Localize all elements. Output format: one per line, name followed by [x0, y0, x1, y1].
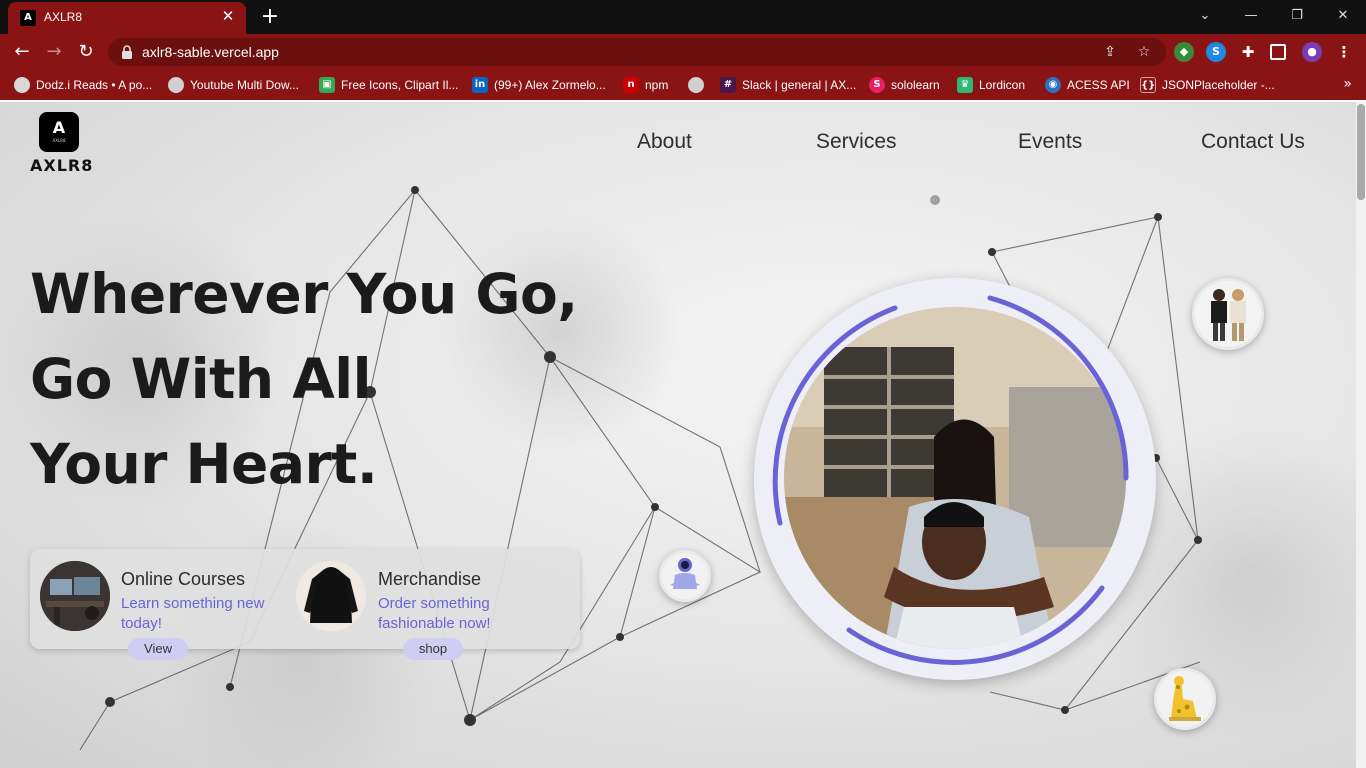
lordicon-icon: ♛	[957, 77, 973, 93]
api-icon: ◉	[1045, 77, 1061, 93]
bookmark-label: Lordicon	[979, 78, 1026, 92]
minimize-button[interactable]: —	[1238, 4, 1264, 28]
globe-icon	[688, 77, 704, 93]
view-button[interactable]: View	[128, 638, 188, 660]
bookmark-label: sololearn	[891, 78, 940, 92]
people-avatar	[1192, 278, 1264, 350]
computer-setup-icon	[40, 561, 110, 631]
bookmark-item[interactable]: Dodz.i Reads • A po...	[14, 76, 152, 94]
bookmark-item[interactable]: ♛ Lordicon	[957, 76, 1025, 94]
close-window-button[interactable]: ✕	[1330, 4, 1356, 28]
brand-name[interactable]: AXLR8	[30, 156, 93, 175]
globe-icon	[168, 77, 184, 93]
share-icon[interactable]: ⇪	[1100, 42, 1120, 62]
bookmark-label: (99+) Alex Zormelo...	[494, 78, 606, 92]
logo-glyph: A	[52, 118, 66, 137]
side-panel-icon[interactable]	[1270, 44, 1286, 60]
site-logo[interactable]: A AXLR8	[39, 112, 79, 152]
extension-green-icon[interactable]: ◆	[1174, 42, 1194, 62]
dodzi-icon	[14, 77, 30, 93]
linkedin-icon: in	[472, 77, 488, 93]
bookmark-label: ACESS API	[1067, 78, 1130, 92]
bookmark-label: Youtube Multi Dow...	[190, 78, 299, 92]
nav-services[interactable]: Services	[816, 130, 897, 154]
bookmark-label: npm	[645, 78, 669, 92]
favicon-icon: A	[20, 10, 36, 26]
hoodie-icon	[296, 561, 366, 631]
menu-kebab-icon[interactable]: ⋮	[1334, 42, 1354, 62]
shazam-icon[interactable]: S	[1206, 42, 1226, 62]
logo-subtext: AXLR8	[52, 138, 66, 143]
sololearn-icon: S	[869, 77, 885, 93]
page-viewport: A AXLR8 AXLR8 About Services Events Cont…	[0, 102, 1366, 768]
card-title-online-courses: Online Courses	[121, 569, 246, 589]
nav-events[interactable]: Events	[1018, 130, 1082, 154]
slack-icon: #	[720, 77, 736, 93]
shop-button[interactable]: shop	[403, 638, 463, 660]
lock-icon	[122, 45, 132, 59]
profile-avatar[interactable]: ●	[1302, 42, 1322, 62]
reload-button[interactable]: ↻	[74, 40, 98, 64]
hero-headline-line-3: Your Heart.	[30, 432, 378, 496]
tab-strip: A AXLR8 ✕ + ⌄ — ❐ ✕	[0, 0, 1366, 34]
hero-ring-arc	[772, 295, 1129, 665]
nav-contact-us[interactable]: Contact Us	[1201, 130, 1305, 154]
bookmark-item[interactable]: S sololearn	[869, 76, 940, 94]
bookmark-label: JSONPlaceholder -...	[1162, 78, 1275, 92]
scrollbar-thumb[interactable]	[1357, 104, 1365, 200]
bookmark-star-icon[interactable]: ☆	[1134, 42, 1154, 62]
giraffe-avatar	[1154, 668, 1216, 730]
bookmark-item[interactable]: {} JSONPlaceholder -...	[1140, 76, 1275, 94]
browser-toolbar: ← → ↻ axlr8-sable.vercel.app ⇪ ☆ ◆ S ✚ ●…	[0, 34, 1366, 70]
freeicons-icon: ▣	[319, 77, 335, 93]
hero-headline-line-2: Go With All	[30, 347, 371, 411]
bookmark-label: Free Icons, Clipart Il...	[341, 78, 459, 92]
url-text: axlr8-sable.vercel.app	[142, 44, 279, 60]
tab-title: AXLR8	[44, 10, 83, 24]
bookmark-item[interactable]	[688, 76, 704, 94]
bookmark-item[interactable]: ◉ ACESS API	[1045, 76, 1130, 94]
jsonplaceholder-icon: {}	[1140, 77, 1156, 93]
extensions-puzzle-icon[interactable]: ✚	[1238, 42, 1258, 62]
bookmark-label: Dodz.i Reads • A po...	[36, 78, 153, 92]
more-bookmarks-icon[interactable]: »	[1343, 76, 1352, 92]
bookmark-item[interactable]: in (99+) Alex Zormelo...	[472, 76, 606, 94]
browser-tab[interactable]: A AXLR8 ✕	[8, 2, 246, 34]
bookmark-item[interactable]: # Slack | general | AX...	[720, 76, 856, 94]
bookmark-item[interactable]: ▣ Free Icons, Clipart Il...	[319, 76, 458, 94]
close-tab-icon[interactable]: ✕	[218, 6, 238, 26]
hero-headline-line-1: Wherever You Go,	[30, 262, 578, 326]
nav-about[interactable]: About	[637, 130, 692, 154]
bookmark-item[interactable]: Youtube Multi Dow...	[168, 76, 299, 94]
bookmark-item[interactable]: n npm	[623, 76, 668, 94]
npm-icon: n	[623, 77, 639, 93]
page-scrollbar[interactable]	[1356, 102, 1366, 768]
address-bar[interactable]: axlr8-sable.vercel.app ⇪ ☆	[108, 38, 1166, 66]
card-title-merchandise: Merchandise	[378, 569, 482, 589]
card-subtitle-merchandise: Order something fashionable now!	[378, 595, 491, 632]
astronaut-avatar	[659, 550, 711, 602]
tab-search-icon[interactable]: ⌄	[1192, 4, 1218, 28]
card-subtitle-online-courses: Learn something new today!	[121, 595, 265, 632]
restore-button[interactable]: ❐	[1284, 4, 1310, 28]
new-tab-button[interactable]: +	[258, 5, 282, 29]
bookmark-label: Slack | general | AX...	[742, 78, 857, 92]
feature-card: Online Courses Learn something new today…	[30, 549, 580, 649]
bookmarks-bar: Dodz.i Reads • A po... Youtube Multi Dow…	[0, 70, 1366, 100]
back-button[interactable]: ←	[10, 40, 34, 64]
forward-button[interactable]: →	[42, 40, 66, 64]
